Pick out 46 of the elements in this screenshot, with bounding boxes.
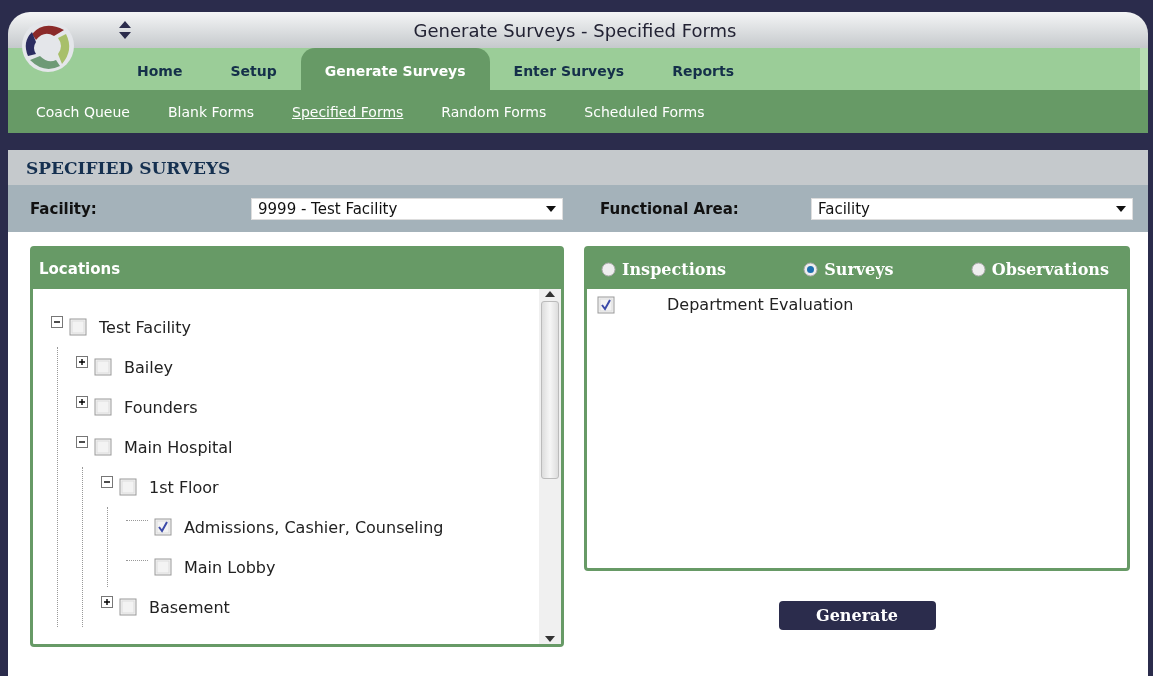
- window-title: Generate Surveys - Specified Forms: [412, 19, 738, 41]
- tree-item[interactable]: Main Hospital: [124, 437, 233, 457]
- panel-title: Locations: [33, 249, 561, 289]
- nav-tab[interactable]: Home: [113, 48, 207, 90]
- up-arrow-icon[interactable]: [545, 291, 555, 297]
- checkbox[interactable]: [94, 358, 112, 376]
- checkbox[interactable]: [94, 438, 112, 456]
- form-name: Department Evaluation: [667, 295, 854, 314]
- nav-tab[interactable]: Enter Surveys: [489, 48, 649, 90]
- nav-tab[interactable]: Setup: [206, 48, 301, 90]
- checkbox[interactable]: [69, 318, 87, 336]
- tree-item[interactable]: Admissions, Cashier, Counseling: [184, 517, 444, 537]
- tree-item[interactable]: Main Lobby: [184, 557, 276, 577]
- sort-icon[interactable]: [118, 20, 132, 40]
- tree-item[interactable]: Test Facility: [99, 317, 191, 337]
- tree-item[interactable]: Founders: [124, 397, 198, 417]
- caret-icon: [1116, 205, 1126, 212]
- radio-button[interactable]: [601, 261, 616, 277]
- expand-icon[interactable]: [76, 396, 88, 408]
- field-label: Facility:: [30, 199, 97, 218]
- tree-item[interactable]: Bailey: [124, 357, 173, 377]
- generate-button[interactable]: Generate: [778, 601, 936, 630]
- expand-icon[interactable]: [101, 596, 113, 608]
- checkbox[interactable]: [154, 558, 172, 576]
- expand-icon[interactable]: [76, 356, 88, 368]
- radio-button[interactable]: [970, 261, 986, 277]
- tree-item[interactable]: 1st Floor: [149, 477, 219, 497]
- dropdown[interactable]: 9999 - Test Facility: [251, 197, 563, 220]
- checkbox[interactable]: [597, 295, 615, 314]
- checkbox[interactable]: [119, 598, 137, 616]
- collapse-icon[interactable]: [76, 436, 88, 448]
- checkbox[interactable]: [119, 478, 137, 496]
- section-title: SPECIFIED SURVEYS: [8, 150, 1148, 185]
- scroll-thumb[interactable]: [541, 301, 559, 479]
- checkbox[interactable]: [154, 518, 172, 536]
- dropdown[interactable]: Facility: [811, 197, 1133, 220]
- tree-item[interactable]: Basement: [149, 597, 230, 617]
- down-arrow-icon[interactable]: [545, 636, 555, 642]
- collapse-icon[interactable]: [101, 476, 113, 488]
- checkbox[interactable]: [94, 398, 112, 416]
- nav-tab[interactable]: Reports: [648, 48, 758, 90]
- collapse-icon[interactable]: [51, 316, 63, 328]
- scrollbar[interactable]: [539, 289, 561, 644]
- field-label: Functional Area:: [600, 199, 739, 218]
- radio-button[interactable]: [803, 261, 819, 277]
- caret-icon: [546, 205, 556, 212]
